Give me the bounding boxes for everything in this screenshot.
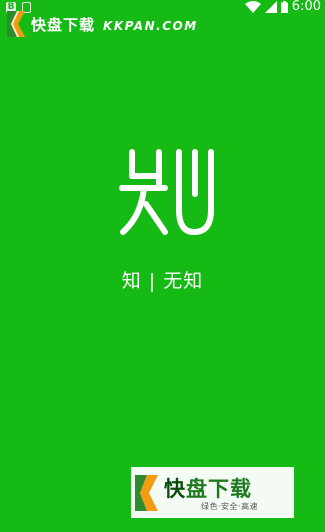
- kuaipan-logo-icon: [135, 475, 158, 511]
- status-system: 6:00: [244, 0, 321, 14]
- watermark-top-domain: KKPAN.COM: [103, 18, 198, 33]
- watermark-top: 快盘下载 KKPAN.COM: [5, 8, 198, 40]
- watermark-bottom-brand-rest: 盘下载: [186, 477, 252, 501]
- watermark-bottom-subtitle: 绿色·安全·高速: [201, 502, 259, 511]
- battery-icon: [280, 1, 288, 13]
- status-time: 6:00: [291, 0, 321, 14]
- kuaipan-logo-icon: [7, 11, 25, 37]
- watermark-bottom-brand: 快盘下载: [164, 473, 252, 503]
- watermark-bottom-brand-accent: 快: [164, 477, 186, 501]
- slogan: 知 | 无知: [121, 270, 204, 292]
- splash-screen: B 6:00 快盘下载 KKPAN.COM 知 | 无知 快盘下载 绿色·安全·…: [0, 0, 325, 532]
- watermark-top-brand: 快盘下载: [31, 15, 96, 34]
- wifi-icon: [244, 1, 261, 13]
- watermark-bottom: 快盘下载 绿色·安全·高速: [131, 467, 294, 518]
- zhi-logo-icon: [119, 149, 214, 235]
- signal-icon: [264, 1, 277, 13]
